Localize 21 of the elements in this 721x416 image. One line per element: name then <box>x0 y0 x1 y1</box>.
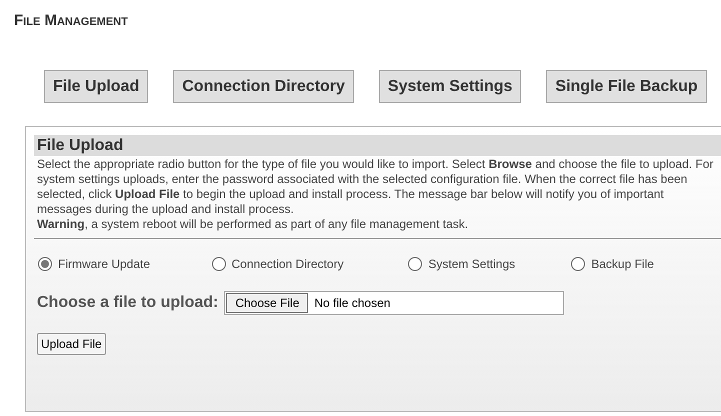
radio-button[interactable] <box>571 257 586 271</box>
description-paragraph: Warning, a system reboot will be performed as part of any file management task. <box>37 217 470 232</box>
tab[interactable]: System Settings <box>378 70 522 103</box>
tab[interactable]: File Upload <box>44 70 148 103</box>
radio-button[interactable] <box>38 257 52 271</box>
radio-button[interactable] <box>408 257 422 271</box>
file-status: No file chosen <box>314 295 390 312</box>
tab[interactable]: Single File Backup <box>546 70 707 103</box>
radio-label: System Settings <box>428 256 516 273</box>
radio-label: Firmware Update <box>58 256 150 273</box>
upload-file-button[interactable]: Upload File <box>37 333 106 355</box>
panel-header: File Upload <box>34 135 721 156</box>
radio-button[interactable] <box>212 257 226 271</box>
file-input[interactable]: Choose File No file chosen <box>224 291 564 315</box>
file-field-label: Choose a file to upload: <box>37 293 218 313</box>
description-paragraph: Select the appropriate radio button for the type of file you would like to import. Select Browse and choose the file to upload. For system settings uploads, enter the password associated with the selected configuration file. When the correct file has been selected, click Upload File to begin the upload and install process. The message bar below will notify you of important messages during the upload and install process. <box>37 157 714 217</box>
tab[interactable]: Connection Directory <box>173 70 354 103</box>
radio-label: Connection Directory <box>232 256 344 273</box>
radio-label: Backup File <box>591 256 654 273</box>
choose-file-button[interactable]: Choose File <box>226 293 308 313</box>
page-title: File Management <box>14 12 128 29</box>
